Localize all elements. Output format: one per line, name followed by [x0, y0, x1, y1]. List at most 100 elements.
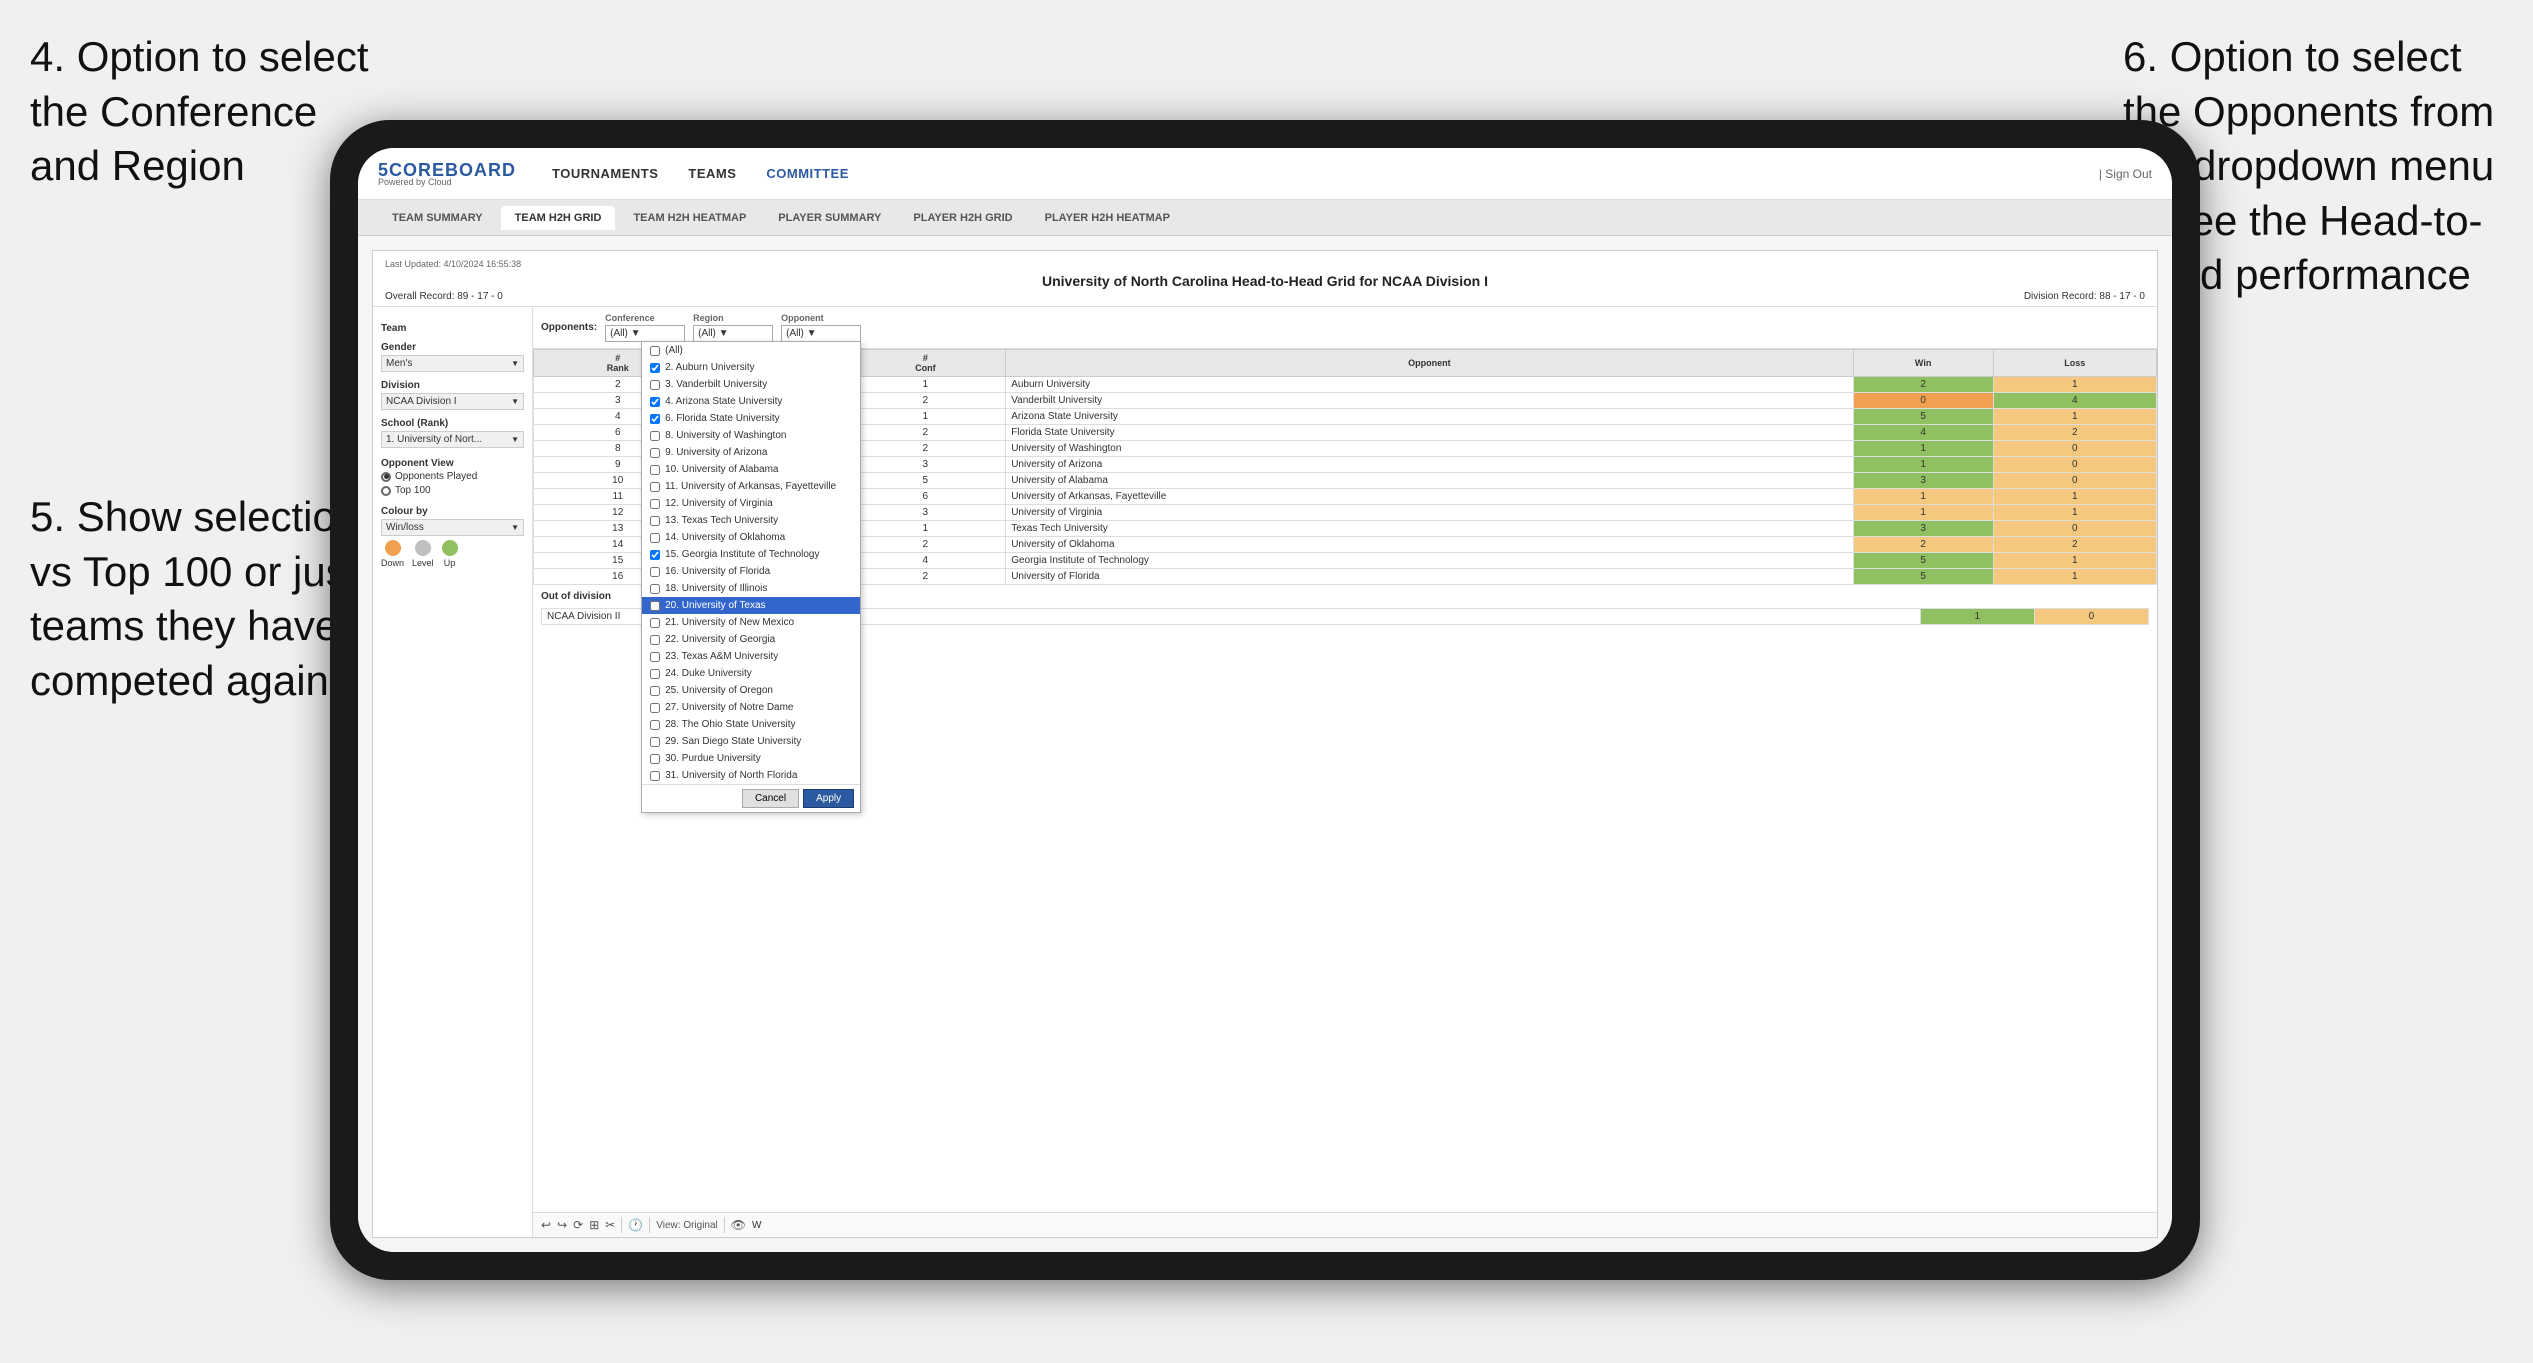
opponent-dropdown[interactable]: (All) 2. Auburn University 3. Vanderbilt…	[641, 341, 861, 813]
subnav-team-summary[interactable]: TEAM SUMMARY	[378, 206, 497, 230]
gender-select[interactable]: Men's ▼	[381, 355, 524, 372]
cell-win: 5	[1853, 553, 1993, 569]
dropdown-checkbox-georgia[interactable]	[650, 635, 660, 645]
dropdown-item-arizona-state[interactable]: 4. Arizona State University	[642, 393, 860, 410]
dropdown-checkbox-vanderbilt[interactable]	[650, 380, 660, 390]
dropdown-item-texas-am[interactable]: 23. Texas A&M University	[642, 648, 860, 665]
dropdown-checkbox-georgia-tech[interactable]	[650, 550, 660, 560]
dropdown-checkbox-all[interactable]	[650, 346, 660, 356]
dropdown-checkbox-washington[interactable]	[650, 431, 660, 441]
dropdown-item-arizona[interactable]: 9. University of Arizona	[642, 444, 860, 461]
dropdown-checkbox-texas-tech[interactable]	[650, 516, 660, 526]
redo-icon[interactable]: ↪	[557, 1218, 567, 1232]
nav-tournaments[interactable]: TOURNAMENTS	[552, 166, 658, 181]
dropdown-item-north-florida[interactable]: 31. University of North Florida	[642, 767, 860, 784]
dropdown-item-purdue[interactable]: 30. Purdue University	[642, 750, 860, 767]
dropdown-checkbox-texas-am[interactable]	[650, 652, 660, 662]
dropdown-checkbox-purdue[interactable]	[650, 754, 660, 764]
dropdown-item-duke[interactable]: 24. Duke University	[642, 665, 860, 682]
dropdown-checkbox-new-mexico[interactable]	[650, 618, 660, 628]
subnav-player-h2h-heatmap[interactable]: PLAYER H2H HEATMAP	[1031, 206, 1184, 230]
dropdown-item-auburn[interactable]: 2. Auburn University	[642, 359, 860, 376]
dropdown-item-illinois[interactable]: 18. University of Illinois	[642, 580, 860, 597]
cancel-button[interactable]: Cancel	[742, 789, 799, 808]
subnav-player-summary[interactable]: PLAYER SUMMARY	[764, 206, 895, 230]
dropdown-checkbox-san-diego[interactable]	[650, 737, 660, 747]
col-opponent: Opponent	[1006, 350, 1853, 377]
dropdown-checkbox-auburn[interactable]	[650, 363, 660, 373]
dropdown-checkbox-florida[interactable]	[650, 567, 660, 577]
toolbar-sep-1	[621, 1217, 622, 1233]
tablet-device: 5COREBOARD Powered by Cloud TOURNAMENTS …	[330, 120, 2200, 1280]
dropdown-item-oregon[interactable]: 25. University of Oregon	[642, 682, 860, 699]
dropdown-checkbox-texas[interactable]	[650, 601, 660, 611]
toolbar-sep-2	[649, 1217, 650, 1233]
colour-legend: Down Level Up	[381, 540, 524, 568]
dropdown-checkbox-notre-dame[interactable]	[650, 703, 660, 713]
dropdown-checkbox-ohio-state[interactable]	[650, 720, 660, 730]
content-panel: Last Updated: 4/10/2024 16:55:38 Univers…	[372, 250, 2158, 1238]
sign-out-link[interactable]: Sign Out	[2105, 167, 2152, 181]
apply-button[interactable]: Apply	[803, 789, 854, 808]
nav-committee[interactable]: COMMITTEE	[766, 166, 849, 181]
dropdown-checkbox-north-florida[interactable]	[650, 771, 660, 781]
dropdown-checkbox-alabama[interactable]	[650, 465, 660, 475]
dropdown-checkbox-oregon[interactable]	[650, 686, 660, 696]
subnav-team-h2h-grid[interactable]: TEAM H2H GRID	[501, 206, 616, 230]
opponent-filter-select[interactable]: (All) ▼	[781, 325, 861, 342]
cell-win: 3	[1853, 521, 1993, 537]
nav-links: TOURNAMENTS TEAMS COMMITTEE	[552, 166, 2099, 181]
cell-loss: 2	[1993, 537, 2156, 553]
annotation-1-body: Option to select the Conference and Regi…	[30, 33, 369, 189]
top-100-radio[interactable]: Top 100	[381, 485, 524, 496]
region-filter-select[interactable]: (All) ▼	[693, 325, 773, 342]
clock-icon[interactable]: 🕐	[628, 1218, 643, 1232]
dropdown-checkbox-arkansas[interactable]	[650, 482, 660, 492]
cell-conf: 2	[845, 393, 1006, 409]
logo-sub: Powered by Cloud	[378, 177, 522, 187]
dropdown-checkbox-virginia[interactable]	[650, 499, 660, 509]
dropdown-item-florida-state[interactable]: 6. Florida State University	[642, 410, 860, 427]
dropdown-checkbox-illinois[interactable]	[650, 584, 660, 594]
dropdown-item-vanderbilt[interactable]: 3. Vanderbilt University	[642, 376, 860, 393]
dropdown-item-all[interactable]: (All)	[642, 342, 860, 359]
copy-icon[interactable]: ⊞	[589, 1218, 599, 1232]
conference-filter-select[interactable]: (All) ▼	[605, 325, 685, 342]
division-select[interactable]: NCAA Division I ▼	[381, 393, 524, 410]
dropdown-item-oklahoma[interactable]: 14. University of Oklahoma	[642, 529, 860, 546]
dropdown-checkbox-oklahoma[interactable]	[650, 533, 660, 543]
reset-icon[interactable]: ⟳	[573, 1218, 583, 1232]
dropdown-item-washington[interactable]: 8. University of Washington	[642, 427, 860, 444]
cut-icon[interactable]: ✂	[605, 1218, 615, 1232]
colour-by-select[interactable]: Win/loss ▼	[381, 519, 524, 536]
dropdown-item-virginia[interactable]: 12. University of Virginia	[642, 495, 860, 512]
dropdown-item-new-mexico[interactable]: 21. University of New Mexico	[642, 614, 860, 631]
dropdown-item-georgia-tech[interactable]: 15. Georgia Institute of Technology	[642, 546, 860, 563]
cell-conf: 6	[845, 489, 1006, 505]
dropdown-item-arkansas[interactable]: 11. University of Arkansas, Fayetteville	[642, 478, 860, 495]
panel-header: Last Updated: 4/10/2024 16:55:38 Univers…	[373, 251, 2157, 307]
dropdown-item-notre-dame[interactable]: 27. University of Notre Dame	[642, 699, 860, 716]
dropdown-item-san-diego[interactable]: 29. San Diego State University	[642, 733, 860, 750]
dropdown-item-alabama[interactable]: 10. University of Alabama	[642, 461, 860, 478]
division-record: Division Record: 88 - 17 - 0	[2024, 291, 2145, 302]
dropdown-item-texas[interactable]: 20. University of Texas	[642, 597, 860, 614]
nav-teams[interactable]: TEAMS	[688, 166, 736, 181]
undo-icon[interactable]: ↩	[541, 1218, 551, 1232]
eye-icon[interactable]: 👁	[731, 1218, 746, 1232]
dropdown-item-florida[interactable]: 16. University of Florida	[642, 563, 860, 580]
dropdown-item-georgia[interactable]: 22. University of Georgia	[642, 631, 860, 648]
subnav-player-h2h-grid[interactable]: PLAYER H2H GRID	[899, 206, 1026, 230]
subnav-team-h2h-heatmap[interactable]: TEAM H2H HEATMAP	[619, 206, 760, 230]
opponents-played-radio[interactable]: Opponents Played	[381, 471, 524, 482]
dropdown-checkbox-duke[interactable]	[650, 669, 660, 679]
dropdown-checkbox-arizona[interactable]	[650, 448, 660, 458]
dropdown-checkbox-arizona-state[interactable]	[650, 397, 660, 407]
school-select[interactable]: 1. University of Nort... ▼	[381, 431, 524, 448]
nav-bar: 5COREBOARD Powered by Cloud TOURNAMENTS …	[358, 148, 2172, 200]
dropdown-item-ohio-state[interactable]: 28. The Ohio State University	[642, 716, 860, 733]
dropdown-checkbox-florida-state[interactable]	[650, 414, 660, 424]
cell-opponent: University of Washington	[1006, 441, 1853, 457]
dropdown-item-texas-tech[interactable]: 13. Texas Tech University	[642, 512, 860, 529]
cell-opponent: Auburn University	[1006, 377, 1853, 393]
